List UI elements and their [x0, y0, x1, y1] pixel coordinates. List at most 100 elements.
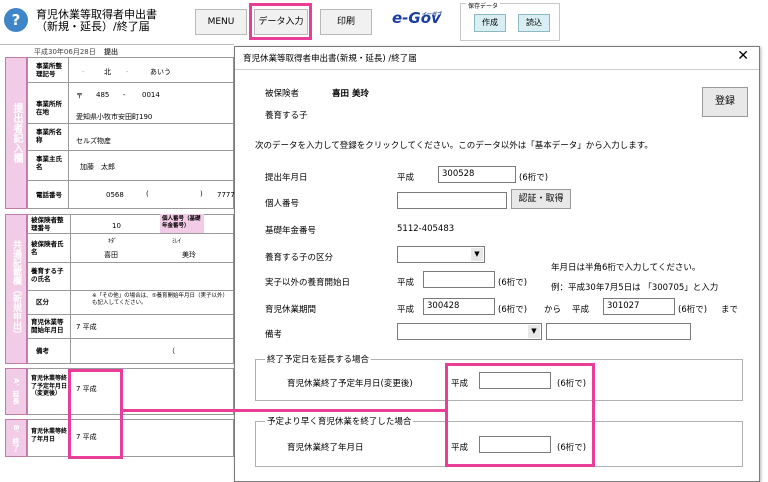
dialog-highlight-box — [445, 363, 595, 467]
egov-small-label: イーガブ — [422, 12, 443, 18]
phone3: 7777 — [217, 191, 235, 199]
personal-no-label: 個人番号（基礎年金番号） — [162, 216, 201, 229]
hint-line1: 年月日は半角6桁で入力してください。 — [551, 263, 701, 273]
grid-line — [27, 150, 234, 151]
side-common: 共通記載欄（新規申出） — [5, 214, 27, 364]
help-icon[interactable]: ? — [4, 8, 28, 32]
grid-line — [68, 57, 69, 209]
postal1: 485 — [96, 91, 110, 99]
from-word: から — [544, 305, 562, 315]
side-submitter: 提出者記入欄 — [5, 57, 27, 209]
address: 愛知県小牧市安田町190 — [76, 113, 153, 121]
name-first: 美玲 — [182, 251, 196, 259]
side-b: B．終了 — [5, 419, 27, 457]
extend-group-title: 終了予定日を延長する場合 — [265, 353, 372, 365]
submit-date-hint: (6桁で) — [519, 173, 549, 183]
grid-line — [27, 233, 234, 234]
office-addr-label: 事業所所在地 — [36, 100, 62, 116]
child-kubun-label: 養育する子の区分 — [265, 253, 334, 263]
ext-label: 育児休業等終了予定年月日（変更後） — [31, 375, 68, 397]
close-icon[interactable]: ✕ — [737, 48, 749, 64]
remarks-text-input[interactable] — [546, 323, 691, 340]
dash-mark: - — [82, 68, 85, 76]
start-date-label: 育児休業等開始年月日 — [31, 318, 64, 334]
personal-no-input[interactable] — [397, 192, 507, 209]
form-date-header: 平成30年06月28日 提出 — [34, 47, 118, 57]
kubun-label: 区分 — [36, 298, 49, 306]
dialog-title-divider — [235, 69, 759, 70]
office-name-label: 事業所名称 — [36, 128, 62, 144]
pension-no: 5112-405483 — [397, 224, 455, 234]
adopt-start-input[interactable] — [423, 271, 495, 288]
dash-mark: - — [123, 91, 126, 99]
early-end-group-title: 予定より早く育児休業を終了した場合 — [265, 415, 414, 427]
phone1: 0568 — [106, 191, 124, 199]
owner-label: 事業主氏名 — [36, 155, 62, 171]
read-button[interactable]: 読込 — [518, 14, 550, 32]
leave-from-input[interactable]: 300428 — [423, 298, 495, 315]
grid-line — [27, 82, 234, 83]
grid-line — [70, 214, 71, 364]
office-name: セルズ物産 — [76, 137, 111, 145]
phone-paren-open: ( — [146, 190, 149, 198]
until-word: まで — [721, 305, 739, 315]
form-top-line — [0, 44, 234, 45]
grid-line — [27, 338, 234, 339]
app-title: 育児休業等取得者申出書 （新規・延長）/終了届 — [36, 9, 157, 33]
remarks-select[interactable]: ▼ — [397, 323, 542, 340]
end-label: 育児休業等終了年月日 — [31, 428, 68, 443]
phone-label: 電話番号 — [36, 191, 62, 199]
leave-to-hint: (6桁で) — [678, 305, 708, 315]
leave-era-to: 平成 — [572, 305, 590, 315]
common-grid — [27, 214, 234, 364]
egov-button[interactable]: e-Gov イーガブ — [392, 9, 450, 35]
dash-mark: - — [126, 68, 129, 76]
hint-line2: 例：平成30年7月5日は 「300705」と入力 — [551, 283, 719, 293]
form-submit-label: 提出 — [103, 48, 118, 56]
print-button[interactable]: 印刷 — [320, 9, 372, 35]
create-button[interactable]: 作成 — [474, 14, 506, 32]
child-kubun-select[interactable]: ▼ — [397, 246, 485, 263]
grid-line — [27, 262, 234, 263]
office-code-label: 事業所整理記号 — [36, 62, 62, 78]
insured-no-label: 被保険者整理番号 — [31, 216, 64, 232]
remarks-label: 備考 — [265, 330, 283, 340]
auth-button[interactable]: 認証・取得 — [511, 189, 571, 209]
grid-line — [27, 180, 234, 181]
submit-era: 平成 — [397, 173, 415, 183]
leave-to-input[interactable]: 301027 — [603, 298, 675, 315]
remarks-paren: （ — [168, 347, 175, 355]
start-date-val: 7 平成 — [76, 323, 97, 331]
phone2: ) — [200, 190, 203, 198]
child-name-label: 養育する子の氏名 — [31, 267, 64, 283]
personal-no-label: 個人番号 — [265, 199, 300, 209]
app-title-line2: （新規・延長）/終了届 — [36, 20, 150, 33]
insured-label: 被保険者 — [265, 89, 300, 99]
leave-era-from: 平成 — [397, 305, 415, 315]
remarks-label: 備考 — [36, 347, 49, 355]
instruction-text: 次のデータを入力して登録をクリックしてください。このデータ以外は「基本データ」か… — [255, 141, 653, 151]
side-a: A．延長 — [5, 368, 27, 415]
name-last: 喜田 — [104, 251, 118, 259]
child-label: 養育する子 — [265, 111, 308, 121]
chevron-down-icon[interactable]: ▼ — [528, 325, 540, 338]
insured-name-label: 被保険者氏名 — [31, 240, 64, 256]
adopt-era: 平成 — [397, 278, 415, 288]
pension-label: 基礎年金番号 — [265, 226, 317, 236]
insured-name: 喜田 美玲 — [332, 89, 369, 99]
kubun-note: ※「その他」の場合は、⑤養育開始年月日（実子以外）も記入してください。 — [92, 293, 229, 306]
data-entry-button[interactable]: データ入力 — [254, 9, 308, 35]
kana-first: ﾐﾚｲ — [172, 238, 182, 245]
owner-name: 加藤 太郎 — [80, 163, 115, 171]
extend-label: 育児休業終了予定年月日(変更後) — [287, 379, 413, 389]
grid-line — [27, 123, 234, 124]
form-date: 平成30年06月28日 — [34, 48, 96, 56]
save-data-title: 保存データ — [466, 1, 501, 10]
left-highlight-box — [68, 369, 123, 459]
submit-date-input[interactable]: 300528 — [438, 166, 516, 183]
menu-button[interactable]: MENU — [195, 9, 247, 35]
chevron-down-icon[interactable]: ▼ — [471, 248, 483, 261]
register-button[interactable]: 登録 — [702, 87, 748, 117]
adopt-start-hint: (6桁で) — [498, 278, 528, 288]
grid-line — [27, 290, 234, 291]
